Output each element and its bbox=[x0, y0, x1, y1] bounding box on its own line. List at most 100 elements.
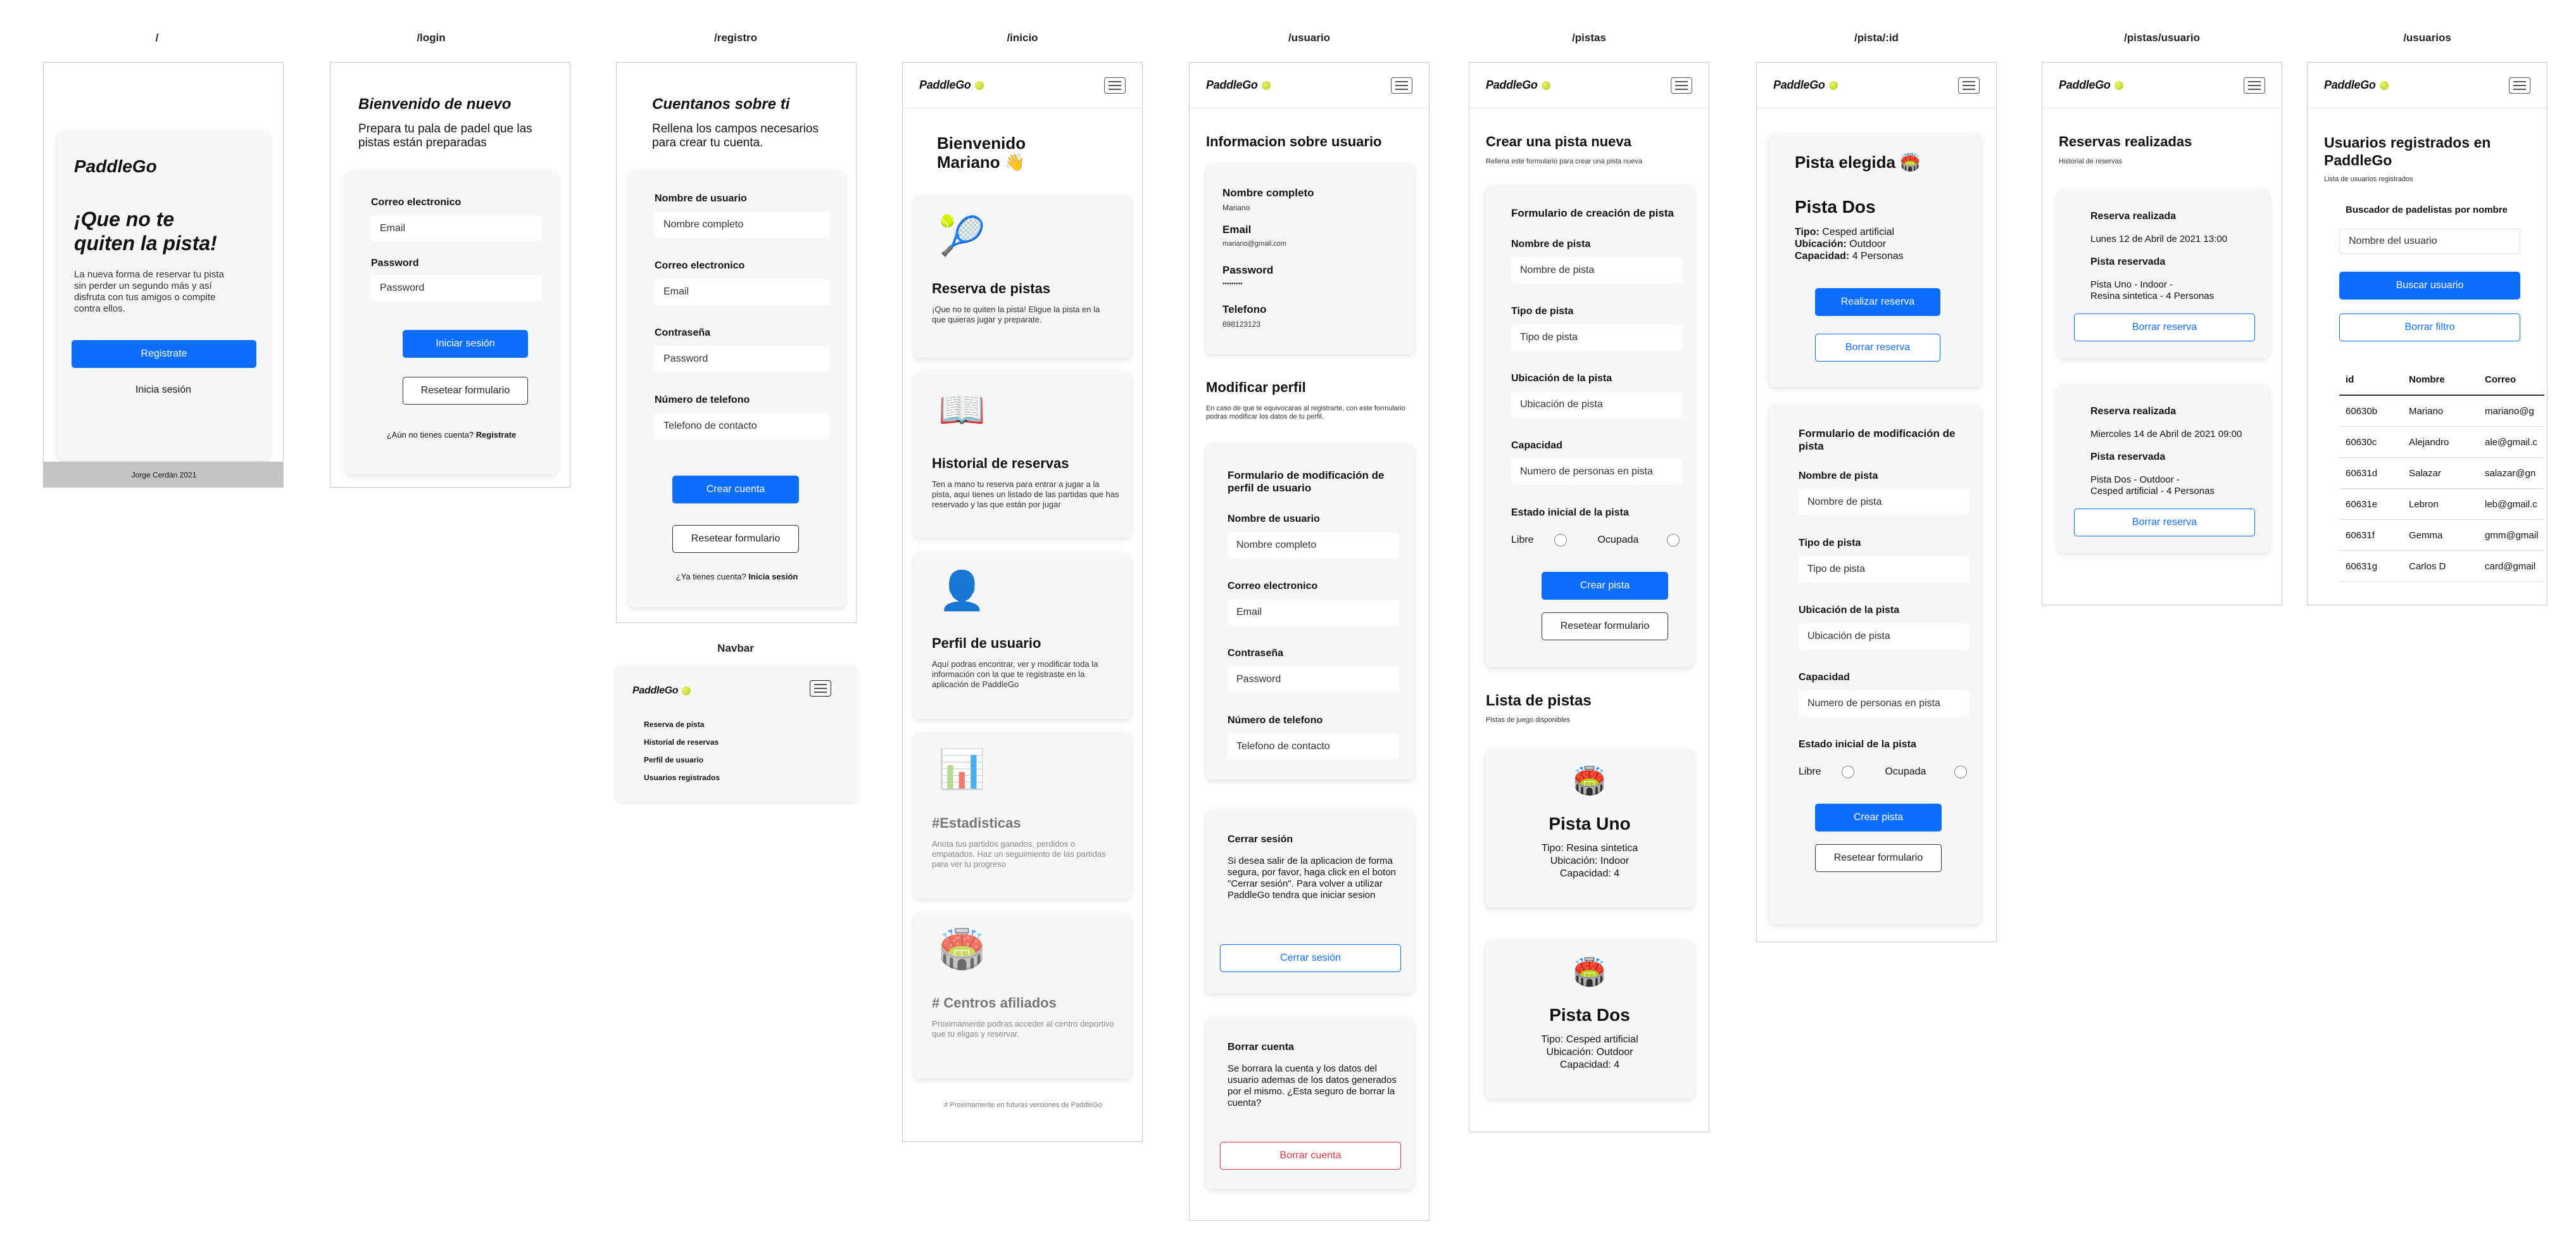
nav-item-reserva[interactable]: Reserva de pista bbox=[644, 716, 720, 733]
password-input[interactable]: Password bbox=[371, 275, 542, 301]
cell-correo: card@gmail bbox=[2479, 550, 2545, 582]
search-user-button[interactable]: Buscar usuario bbox=[2339, 272, 2520, 300]
password-input[interactable]: Password bbox=[1228, 667, 1398, 692]
court-type-input[interactable]: Tipo de pista bbox=[1799, 557, 1970, 582]
username-input[interactable]: Nombre completo bbox=[655, 212, 829, 237]
court-location-input[interactable]: Ubicación de pista bbox=[1799, 624, 1970, 649]
reservas-subtitle: Historial de reservas bbox=[2059, 158, 2123, 165]
table-header-row: id Nombre Correo bbox=[2339, 364, 2545, 396]
has-account-text: ¿Ya tienes cuenta? Inicia sesión bbox=[629, 572, 845, 581]
libre-radio[interactable] bbox=[1554, 534, 1568, 547]
brand-logo[interactable]: PaddleGo bbox=[2059, 79, 2123, 92]
brand-logo[interactable]: PaddleGo bbox=[1486, 79, 1550, 92]
court-name-input[interactable]: Nombre de pista bbox=[1799, 490, 1970, 515]
card-text: ¡Que no te quiten la pista! Eligue la pi… bbox=[932, 305, 1100, 324]
create-court-button[interactable]: Crear pista bbox=[1542, 572, 1668, 600]
menu-toggle-icon[interactable] bbox=[1104, 77, 1126, 94]
search-input[interactable]: Nombre del usuario bbox=[2339, 229, 2520, 254]
brand-logo[interactable]: PaddleGo bbox=[919, 79, 984, 92]
create-court-reset-button[interactable]: Resetear formulario bbox=[1542, 612, 1668, 640]
info-title: Informacion sobre usuario bbox=[1206, 134, 1382, 149]
make-reservation-button[interactable]: Realizar reserva bbox=[1815, 288, 1940, 316]
court-state-label: Estado inicial de la pista bbox=[1511, 507, 1629, 518]
reserved-court-detail: Pista Uno - Indoor - Resina sintetica - … bbox=[2090, 279, 2215, 301]
register-link[interactable]: Registrate bbox=[476, 430, 517, 439]
modify-subtitle: En caso de que te equivocaras al registr… bbox=[1206, 405, 1405, 420]
delete-account-button[interactable]: Borrar cuenta bbox=[1220, 1142, 1401, 1170]
create-account-button[interactable]: Crear cuenta bbox=[672, 476, 799, 503]
email-input[interactable]: Email bbox=[655, 279, 829, 305]
court-location-input[interactable]: Ubicación de pista bbox=[1511, 392, 1682, 417]
logout-button[interactable]: Cerrar sesión bbox=[1220, 944, 1401, 972]
email-input[interactable]: Email bbox=[1228, 600, 1398, 625]
table-row[interactable]: 60631f Gemma gmm@gmail bbox=[2339, 519, 2545, 551]
brand-logo[interactable]: PaddleGo bbox=[1773, 79, 1838, 92]
court-capacity-input[interactable]: Numero de personas en pista bbox=[1511, 459, 1682, 484]
menu-toggle-icon[interactable] bbox=[810, 680, 831, 697]
nav-item-perfil[interactable]: Perfil de usuario bbox=[644, 751, 720, 769]
cell-nombre: Carlos D bbox=[2403, 550, 2479, 582]
nav-item-historial[interactable]: Historial de reservas bbox=[644, 733, 720, 751]
card-perfil[interactable]: 👤 Perfil de usuario Aquí podras encontra… bbox=[914, 553, 1131, 719]
ocupada-radio[interactable] bbox=[1666, 534, 1680, 547]
brand-logo[interactable]: PaddleGo bbox=[1206, 79, 1271, 92]
menu-toggle-icon[interactable] bbox=[1958, 77, 1980, 94]
inicio-screen: PaddleGo Bienvenido Mariano 👋 🎾 Reserva … bbox=[902, 62, 1143, 1142]
brand-name: PaddleGo bbox=[2324, 79, 2376, 91]
delete-text: Se borrara la cuenta y los datos del usu… bbox=[1228, 1063, 1397, 1108]
email-input[interactable]: Email bbox=[371, 216, 542, 241]
ocupada-radio[interactable] bbox=[1954, 766, 1967, 778]
libre-radio[interactable] bbox=[1842, 766, 1855, 778]
clear-filter-button[interactable]: Borrar filtro bbox=[2339, 313, 2520, 341]
menu-toggle-icon[interactable] bbox=[2244, 77, 2265, 94]
login-link[interactable]: Inicia sesión bbox=[58, 384, 269, 396]
nav-menu: Reserva de pista Historial de reservas P… bbox=[644, 716, 720, 787]
tennis-ball-icon bbox=[974, 80, 984, 90]
register-button[interactable]: Registrate bbox=[72, 340, 256, 368]
menu-toggle-icon[interactable] bbox=[1671, 77, 1692, 94]
brand-logo[interactable]: PaddleGo bbox=[2324, 79, 2389, 92]
table-row[interactable]: 60630b Mariano mariano@g bbox=[2339, 395, 2545, 427]
court-state-label: Estado inicial de la pista bbox=[1799, 739, 1916, 750]
nav-item-usuarios[interactable]: Usuarios registrados bbox=[644, 769, 720, 787]
cell-id: 60630c bbox=[2339, 426, 2403, 458]
pista-detail-screen: PaddleGo Pista elegida 🏟️ Pista Dos Tipo… bbox=[1756, 62, 1997, 942]
card-text: Aquí podras encontrar, ver y modificar t… bbox=[932, 659, 1098, 689]
info-label-email: Email bbox=[1222, 224, 1252, 236]
registro-reset-button[interactable]: Resetear formulario bbox=[672, 525, 799, 553]
delete-reservation-button[interactable]: Borrar reserva bbox=[1815, 334, 1940, 362]
login-submit-button[interactable]: Iniciar sesión bbox=[403, 330, 528, 358]
court-type-input[interactable]: Tipo de pista bbox=[1511, 325, 1682, 350]
table-row[interactable]: 60631e Lebron leb@gmail.c bbox=[2339, 488, 2545, 520]
court-capacity: Capacidad: 4 bbox=[1559, 1059, 1620, 1070]
user-silhouette-icon: 👤 bbox=[938, 569, 986, 612]
menu-toggle-icon[interactable] bbox=[1391, 77, 1412, 94]
table-row[interactable]: 60630c Alejandro ale@gmail.c bbox=[2339, 426, 2545, 458]
phone-input[interactable]: Telefono de contacto bbox=[1228, 734, 1398, 759]
password-input[interactable]: Password bbox=[655, 346, 829, 372]
delete-reservation-button[interactable]: Borrar reserva bbox=[2074, 313, 2255, 341]
reservas-screen: PaddleGo Reservas realizadas Historial d… bbox=[2042, 62, 2282, 605]
username-input[interactable]: Nombre completo bbox=[1228, 533, 1398, 558]
delete-reservation-button[interactable]: Borrar reserva bbox=[2074, 509, 2255, 536]
login-link[interactable]: Inicia sesión bbox=[748, 572, 798, 581]
court-name-input[interactable]: Nombre de pista bbox=[1511, 258, 1682, 283]
card-reserva-pistas[interactable]: 🎾 Reserva de pistas ¡Que no te quiten la… bbox=[914, 196, 1131, 358]
landing-description: La nueva forma de reservar tu pista sin … bbox=[74, 269, 224, 314]
table-row[interactable]: 60631g Carlos Dcard@gmail bbox=[2339, 550, 2545, 582]
table-row[interactable]: 60631d Salazar salazar@gn bbox=[2339, 457, 2545, 489]
navbar: PaddleGo bbox=[1469, 63, 1709, 108]
court-card[interactable]: 🏟️ Pista Dos Tipo: Cesped artificial Ubi… bbox=[1486, 940, 1693, 1099]
court-card[interactable]: 🏟️ Pista Uno Tipo: Resina sintetica Ubic… bbox=[1486, 749, 1693, 907]
cell-nombre: Alejandro bbox=[2403, 426, 2479, 458]
court-capacity-input[interactable]: Numero de personas en pista bbox=[1799, 691, 1970, 716]
login-reset-button[interactable]: Resetear formulario bbox=[403, 377, 528, 405]
menu-toggle-icon[interactable] bbox=[2509, 77, 2530, 94]
card-historial[interactable]: 📖 Historial de reservas Ten a mano tu re… bbox=[914, 372, 1131, 538]
create-court-button[interactable]: Crear pista bbox=[1815, 804, 1942, 831]
court-name: Pista Dos bbox=[1795, 197, 1876, 217]
card-text: Proximamente podras acceder al centro de… bbox=[932, 1019, 1114, 1039]
brand-logo[interactable]: PaddleGo bbox=[632, 685, 691, 697]
phone-input[interactable]: Telefono de contacto bbox=[655, 414, 829, 439]
modify-reset-button[interactable]: Resetear formulario bbox=[1815, 844, 1942, 872]
